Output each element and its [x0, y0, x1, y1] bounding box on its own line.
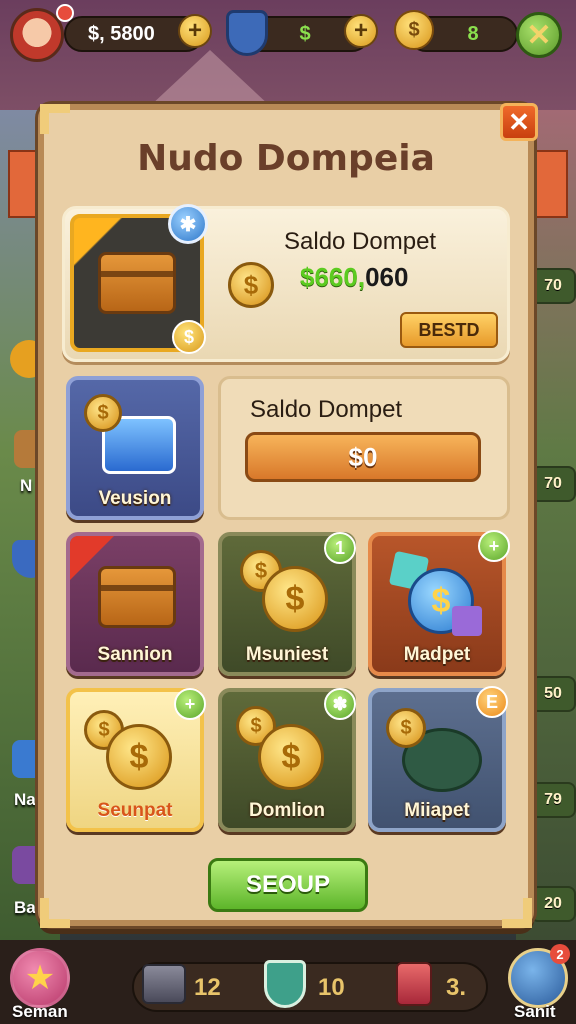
add-money-button[interactable]: + [178, 14, 212, 48]
side-right-value-2[interactable]: 70 [530, 466, 576, 502]
best-button[interactable]: BESTD [400, 312, 498, 348]
top-bar: $, 5800 + $ + 8 $ ✕ [0, 0, 576, 70]
tile-label: Seunpat [97, 800, 173, 821]
gold-value: 8 [467, 22, 479, 45]
side-left-label-3: Ba [14, 898, 36, 917]
tile-badge-icon: 1 [324, 532, 356, 564]
top-close-icon[interactable]: ✕ [516, 12, 562, 58]
panel-title: Nudo Dompeia [137, 138, 435, 179]
tile-label: Sannion [97, 644, 173, 665]
side-right-value-5[interactable]: 20 [530, 886, 576, 922]
featured-amount: $660,060 [300, 262, 408, 293]
coin-icon: $ [386, 708, 426, 748]
side-left-label-2: Na [14, 790, 36, 809]
bottom-item3-value: 3. [446, 974, 467, 1001]
featured-amount-highlight: $660, [300, 262, 366, 292]
tile-sannion[interactable]: Sannion [66, 532, 204, 676]
featured-title: Saldo Dompet [284, 228, 437, 255]
gold-coin-icon: $ [394, 10, 434, 50]
setup-button[interactable]: SEOUP [208, 858, 368, 912]
tile-label: Msuniest [245, 644, 329, 665]
treasure-chest-icon [98, 566, 176, 628]
gem-icon [452, 606, 482, 636]
treasure-chest-icon [98, 252, 176, 314]
featured-coin-badge-icon: $ [172, 320, 206, 354]
shield-icon[interactable] [264, 960, 306, 1008]
side-right-value-4[interactable]: 79 [530, 782, 576, 818]
saldo-button[interactable]: $0 [245, 432, 481, 482]
featured-blue-badge-icon: ✱ [168, 204, 208, 244]
bottom-left-label: Seman [12, 1002, 68, 1021]
jar-icon[interactable] [396, 962, 432, 1006]
tile-label: Madpet [403, 644, 471, 665]
side-right-value-3[interactable]: 50 [530, 676, 576, 712]
tile-badge-icon: + [174, 688, 206, 720]
bottom-item2-value: 10 [318, 974, 345, 1001]
side-right-value-1[interactable]: 70 [530, 268, 576, 304]
panel-close-button[interactable]: ✕ [500, 103, 538, 141]
tile-label: Veusion [98, 488, 172, 509]
coin-icon: $ [84, 394, 122, 432]
tile-label: Domlion [249, 800, 325, 821]
tile-badge-icon: + [478, 530, 510, 562]
bottom-right-label: Sanit [514, 1002, 556, 1021]
tile-veusion[interactable]: $ Veusion [66, 376, 204, 520]
featured-amount-rest: 060 [365, 262, 409, 292]
bottom-item1-value: 12 [194, 974, 221, 1001]
tile-label: Miiapet [404, 800, 470, 821]
saldo-title: Saldo Dompet [250, 396, 403, 423]
featured-coin-icon: $ [228, 262, 274, 308]
panel-ribbon-right [532, 150, 568, 218]
add-shield-button[interactable]: + [344, 14, 378, 48]
money-value: $, 5800 [88, 22, 155, 45]
tile-badge-icon: ✽ [324, 688, 356, 720]
tile-badge-icon: E [476, 686, 508, 718]
side-left-label-1: N [20, 476, 33, 495]
shield-value: $ [299, 22, 311, 45]
bottom-right-badge: 2 [550, 944, 570, 964]
chest-icon[interactable] [142, 964, 186, 1004]
star-icon[interactable]: ★ [10, 948, 70, 1008]
shield-icon [226, 10, 268, 56]
